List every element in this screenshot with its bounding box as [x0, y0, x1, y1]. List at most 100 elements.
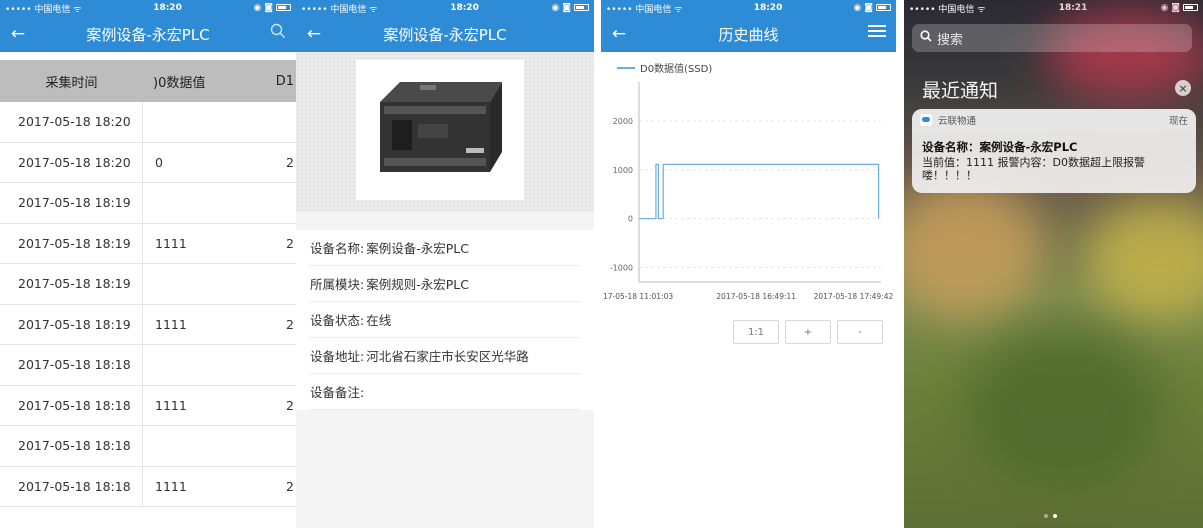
cell-d0: 1111 — [155, 478, 187, 494]
page-title: 案例设备-永宏PLC — [86, 25, 210, 44]
legend-swatch — [617, 66, 635, 69]
device-detail-list: 设备名称: 案例设备-永宏PLC 所属模块: 案例规则-永宏PLC 设备状态: 在线 设备地… — [296, 230, 594, 410]
cell-time: 2017-05-18 18:18 — [0, 345, 143, 385]
wallpaper-blur — [1084, 200, 1203, 320]
cell-d1: 2 — [286, 235, 294, 251]
detail-value: 在线 — [366, 313, 392, 328]
device-photo — [356, 60, 524, 200]
column-header-d0: )0数据值 — [153, 75, 206, 91]
screen-device-detail: ••••• 中国电信 ᯤ 18:20 ◉ ◙ ← 案例设备-永宏PLC 设备名称… — [296, 0, 594, 528]
status-time: 18:20 — [450, 3, 479, 13]
status-icons: ◉ ◙ — [254, 3, 291, 13]
table-row[interactable]: 2017-05-18 18:19 1111 2 — [0, 304, 296, 345]
notification-header: 云联物通 现在 — [912, 109, 1196, 131]
battery-icon — [276, 4, 291, 11]
back-arrow-icon[interactable]: ← — [0, 24, 36, 44]
table-row[interactable]: 2017-05-18 18:19 — [0, 183, 296, 224]
cell-time: 2017-05-18 18:18 — [0, 385, 143, 425]
cell-d0: 1111 — [155, 316, 187, 332]
page-title: 历史曲线 — [718, 25, 779, 44]
cell-time: 2017-05-18 18:19 — [0, 183, 143, 223]
notification-body: 当前值：1111 报警内容：D0数据超上限报警喽！！！！ — [922, 156, 1145, 182]
table-row[interactable]: 2017-05-18 18:18 — [0, 345, 296, 386]
detail-row: 设备地址: 河北省石家庄市长安区光华路 — [310, 338, 580, 374]
line-chart[interactable]: 2000 1000 0 -1000 17-05-18 11:01:03 2017-05-1… — [601, 72, 896, 312]
cell-d0: 1111 — [155, 397, 187, 413]
search-input[interactable]: 搜索 — [912, 24, 1192, 52]
zoom-reset-button[interactable]: 1:1 — [733, 320, 779, 344]
nav-bar: ← 案例设备-永宏PLC — [0, 16, 296, 52]
carrier-label: ••••• 中国电信 ᯤ — [606, 4, 683, 15]
y-tick-label: 0 — [628, 215, 633, 224]
table-row[interactable]: 2017-05-18 18:18 — [0, 426, 296, 467]
detail-row: 设备备注: — [310, 374, 580, 410]
status-icons: ◉ ◙ — [854, 3, 891, 13]
nav-bar: ← 案例设备-永宏PLC — [296, 16, 594, 52]
table-row[interactable]: 2017-05-18 18:19 — [0, 264, 296, 305]
x-tick-label: 2017-05-18 17:49:42 — [814, 292, 894, 301]
cell-time: 2017-05-18 18:20 — [0, 142, 143, 182]
wallpaper-blur — [904, 180, 1044, 320]
empty-area — [296, 453, 594, 528]
page-dot — [1044, 514, 1048, 518]
detail-label: 设备状态: — [310, 313, 365, 328]
detail-value: 河北省石家庄市长安区光华路 — [366, 349, 529, 364]
cell-time: 2017-05-18 18:18 — [0, 466, 143, 506]
carrier-label: ••••• 中国电信 ᯤ — [5, 4, 82, 15]
page-indicator — [1044, 514, 1057, 518]
column-header-d1: D1 — [275, 73, 294, 89]
search-placeholder: 搜索 — [937, 32, 964, 48]
wallpaper-blur — [964, 330, 1164, 490]
plc-device-image — [380, 82, 502, 172]
table-row[interactable]: 2017-05-18 18:18 1111 2 — [0, 466, 296, 507]
detail-value: 案例设备-永宏PLC — [366, 241, 469, 256]
status-time: 18:20 — [153, 3, 182, 13]
page-title: 案例设备-永宏PLC — [383, 25, 507, 44]
table-row[interactable]: 2017-05-18 18:20 0 2 — [0, 142, 296, 183]
detail-row: 所属模块: 案例规则-永宏PLC — [310, 266, 580, 302]
clear-icon[interactable]: × — [1175, 80, 1191, 96]
status-icons: ◉ ◙ — [552, 3, 589, 13]
y-tick-label: -1000 — [610, 263, 633, 272]
x-tick-label: 17-05-18 11:01:03 — [603, 292, 673, 301]
table-row[interactable]: 2017-05-18 18:19 1111 2 — [0, 223, 296, 264]
series-line — [639, 163, 880, 220]
cell-d0: 0 — [155, 154, 163, 170]
y-tick-label: 2000 — [613, 117, 633, 126]
page-dot-active — [1053, 514, 1057, 518]
notification-app-name: 云联物通 — [938, 116, 977, 127]
notification-time: 现在 — [1168, 116, 1188, 127]
cell-d1: 2 — [286, 316, 294, 332]
chart-svg: 2000 1000 0 -1000 17-05-18 11:01:03 2017-05-1… — [603, 82, 894, 301]
carrier-label: ••••• 中国电信 ᯤ — [301, 4, 378, 15]
table-body[interactable]: 2017-05-18 18:20 2017-05-18 18:20 0 2 2017-0… — [0, 102, 296, 507]
zoom-out-button[interactable]: - — [837, 320, 883, 344]
y-tick-label: 1000 — [613, 166, 633, 175]
x-tick-label: 2017-05-18 16:49:11 — [716, 292, 796, 301]
cloud-app-icon — [920, 114, 932, 126]
detail-label: 设备地址: — [310, 349, 365, 364]
cell-time: 2017-05-18 18:20 — [0, 102, 143, 142]
menu-icon[interactable] — [868, 23, 886, 44]
back-arrow-icon[interactable]: ← — [296, 24, 332, 44]
screen-history-chart: ••••• 中国电信 ᯤ 18:20 ◉ ◙ ← 历史曲线 D0数据值(SSD)… — [601, 0, 896, 528]
table-row[interactable]: 2017-05-18 18:18 1111 2 — [0, 385, 296, 426]
table-header: 采集时间 )0数据值 D1 — [0, 60, 296, 102]
cell-d1: 2 — [286, 154, 294, 170]
notification-card[interactable]: 云联物通 现在 设备名称：案例设备-永宏PLC 当前值：1111 报警内容：D0… — [912, 109, 1196, 193]
zoom-in-button[interactable]: + — [785, 320, 831, 344]
status-time: 18:20 — [753, 3, 783, 13]
cell-time: 2017-05-18 18:19 — [0, 264, 143, 304]
recent-notifications-title: 最近通知 — [922, 80, 999, 102]
battery-icon — [574, 4, 589, 11]
search-icon[interactable] — [270, 23, 286, 44]
column-header-time: 采集时间 — [45, 75, 98, 91]
status-bar: ••••• 中国电信 ᯤ 18:20 ◉ ◙ — [601, 0, 896, 16]
search-icon — [920, 30, 932, 46]
detail-label: 所属模块: — [310, 277, 365, 292]
table-row[interactable]: 2017-05-18 18:20 — [0, 102, 296, 143]
screen-data-table: ••••• 中国电信 ᯤ 18:20 ◉ ◙ ← 案例设备-永宏PLC 采集时间… — [0, 0, 296, 528]
back-arrow-icon[interactable]: ← — [601, 24, 637, 44]
zoom-controls: 1:1 + - — [733, 320, 883, 344]
cell-d1: 2 — [286, 397, 294, 413]
